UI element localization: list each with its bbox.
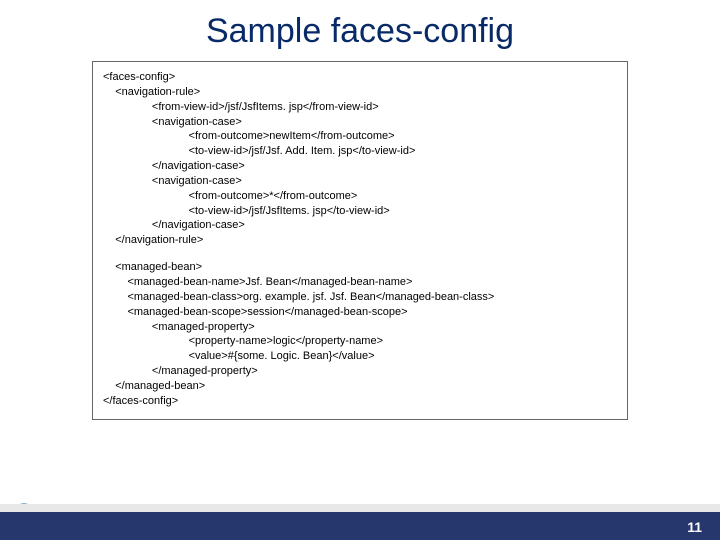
page-number: 11 <box>687 519 702 535</box>
code-line: </faces-config> <box>103 394 617 409</box>
code-line: <faces-config> <box>103 70 617 85</box>
code-line: <to-view-id>/jsf/JsfItems. jsp</to-view-… <box>103 204 617 219</box>
footer-band <box>0 504 720 512</box>
code-line: </navigation-rule> <box>103 233 617 248</box>
code-line: <managed-bean-scope>session</managed-bea… <box>103 305 617 320</box>
code-line: </managed-property> <box>103 364 617 379</box>
code-line: <from-view-id>/jsf/JsfItems. jsp</from-v… <box>103 100 617 115</box>
spacer <box>103 248 617 260</box>
footer-bar: 11 <box>0 512 720 540</box>
code-line: <navigation-rule> <box>103 85 617 100</box>
code-line: <managed-property> <box>103 320 617 335</box>
code-line: <to-view-id>/jsf/Jsf. Add. Item. jsp</to… <box>103 144 617 159</box>
code-line: <navigation-case> <box>103 174 617 189</box>
code-line: <from-outcome>newItem</from-outcome> <box>103 129 617 144</box>
slide: Sample faces-config <faces-config> <navi… <box>0 0 720 540</box>
code-line: <managed-bean-class>org. example. jsf. J… <box>103 290 617 305</box>
code-line: <value>#{some. Logic. Bean}</value> <box>103 349 617 364</box>
code-line: <property-name>logic</property-name> <box>103 334 617 349</box>
code-block: <faces-config> <navigation-rule> <from-v… <box>92 61 628 420</box>
code-line: <managed-bean-name>Jsf. Bean</managed-be… <box>103 275 617 290</box>
code-line: <navigation-case> <box>103 115 617 130</box>
page-title: Sample faces-config <box>0 0 720 59</box>
code-line: <from-outcome>*</from-outcome> <box>103 189 617 204</box>
code-line: </navigation-case> <box>103 218 617 233</box>
code-line: </managed-bean> <box>103 379 617 394</box>
code-line: </navigation-case> <box>103 159 617 174</box>
code-line: <managed-bean> <box>103 260 617 275</box>
